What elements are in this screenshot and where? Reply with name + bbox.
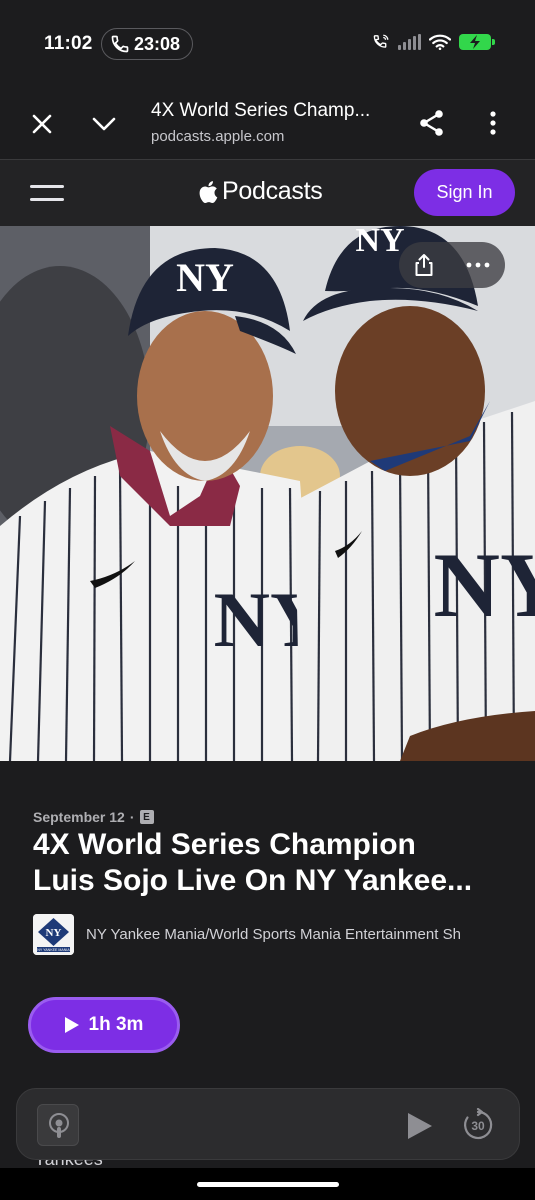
episode-photo: NY NY NY NY: [0, 226, 535, 761]
active-call-pill[interactable]: 23:08: [101, 28, 194, 60]
browser-page-title: 4X World Series Champ...: [151, 100, 371, 121]
episode-title-line1: 4X World Series Champion: [33, 828, 416, 861]
cellular-signal-icon: [398, 34, 421, 50]
call-duration: 23:08: [134, 33, 181, 54]
phone-icon: [111, 35, 129, 53]
home-indicator-area: [0, 1168, 535, 1200]
home-indicator[interactable]: [197, 1182, 339, 1187]
apple-podcasts-brand[interactable]: Podcasts: [198, 177, 323, 206]
wifi-calling-icon: [373, 34, 389, 48]
play-episode-button[interactable]: 1h 3m: [28, 997, 180, 1053]
apple-logo-icon: [199, 180, 218, 203]
battery-icon: [459, 34, 495, 50]
status-bar: 11:02 23:08: [0, 0, 535, 86]
mini-player-artwork: [37, 1104, 79, 1146]
artwork-actions-pill: [399, 242, 505, 288]
chevron-down-icon[interactable]: [90, 110, 118, 138]
sign-in-button[interactable]: Sign In: [414, 169, 515, 216]
share-icon[interactable]: [413, 253, 435, 277]
svg-text:NY YANKEE MANIA: NY YANKEE MANIA: [37, 948, 70, 952]
svg-text:30: 30: [471, 1119, 485, 1133]
status-indicators: [372, 33, 495, 51]
explicit-badge: E: [139, 810, 154, 824]
mini-player[interactable]: 30: [16, 1088, 520, 1160]
podcasts-header: Podcasts Sign In: [0, 160, 535, 226]
more-horizontal-icon[interactable]: [465, 260, 491, 270]
episode-title: 4X World Series Champion Luis Sojo Live …: [33, 827, 503, 899]
brand-name: Podcasts: [222, 177, 323, 205]
close-icon[interactable]: [28, 110, 56, 138]
play-icon: [64, 1017, 79, 1033]
episode-date: September 12: [33, 809, 125, 825]
wifi-icon: [429, 34, 451, 50]
share-icon[interactable]: [417, 108, 447, 138]
meta-separator: ·: [129, 809, 135, 825]
show-name[interactable]: NY Yankee Mania/World Sports Mania Enter…: [86, 926, 496, 943]
browser-url[interactable]: podcasts.apple.com: [151, 128, 284, 145]
browser-toolbar: 4X World Series Champ... podcasts.apple.…: [0, 86, 535, 160]
svg-text:NY: NY: [46, 927, 62, 939]
episode-meta: September 12 · E: [33, 809, 154, 825]
show-link[interactable]: NY NY YANKEE MANIA NY Yankee Mania/World…: [33, 914, 503, 955]
podcast-placeholder-icon: [49, 1113, 69, 1138]
skip-forward-30-icon[interactable]: 30: [461, 1108, 495, 1142]
menu-icon[interactable]: [30, 182, 64, 204]
mini-player-play-icon[interactable]: [408, 1113, 432, 1139]
ny-logo-jersey-right: NY: [434, 534, 535, 636]
episode-duration: 1h 3m: [88, 1014, 144, 1035]
more-vertical-icon[interactable]: [482, 108, 504, 138]
ny-logo-cap-left: NY: [176, 255, 234, 300]
charging-bolt-icon: [470, 35, 480, 49]
episode-title-line2: Luis Sojo Live On NY Yankee...: [33, 864, 473, 897]
status-time: 11:02: [44, 33, 93, 54]
ny-yankee-mania-logo: NY NY YANKEE MANIA: [33, 914, 74, 955]
show-artwork: NY NY YANKEE MANIA: [33, 914, 74, 955]
ny-logo-cap-right: NY: [355, 226, 404, 259]
episode-artwork: NY NY NY NY: [0, 226, 535, 761]
